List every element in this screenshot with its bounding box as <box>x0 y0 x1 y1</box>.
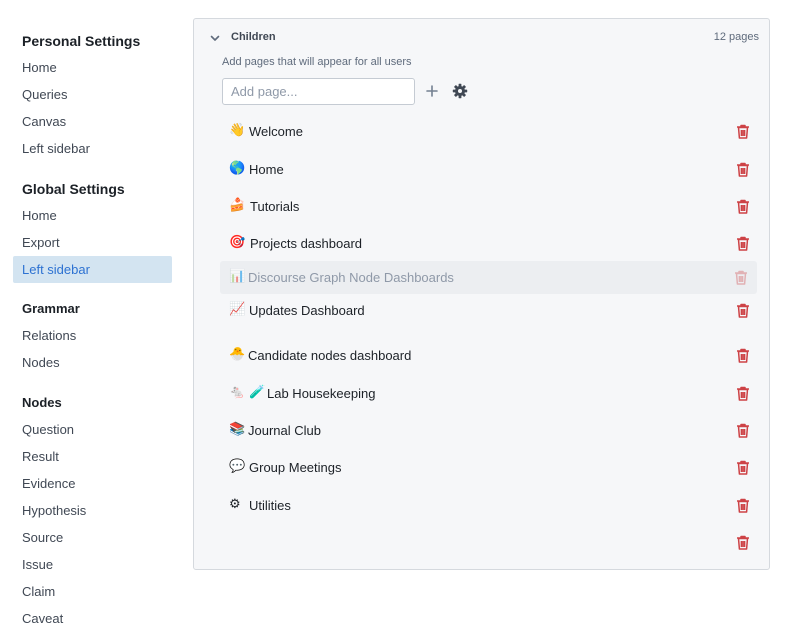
trash-icon[interactable] <box>736 303 750 318</box>
trash-icon[interactable] <box>736 199 750 214</box>
nav-grammar-nodes[interactable]: Nodes <box>13 349 172 376</box>
trash-icon[interactable] <box>736 124 750 139</box>
mouse-test-tube-icon: 🐁 🧪 <box>229 385 266 400</box>
page-row-discourse-graph-node-dashboards[interactable]: 📊 Discourse Graph Node Dashboards <box>220 261 757 294</box>
panel-description: Add pages that will appear for all users <box>222 56 412 68</box>
page-label: Tutorials <box>250 199 300 214</box>
section-grammar: Grammar <box>22 301 80 316</box>
page-label: Updates Dashboard <box>249 303 365 318</box>
nav-global-left-sidebar[interactable]: Left sidebar <box>13 256 172 283</box>
section-global-settings: Global Settings <box>22 181 125 197</box>
trash-icon[interactable] <box>736 423 750 438</box>
page-row-home[interactable]: 🌎 Home <box>220 153 757 186</box>
page-row-projects-dashboard[interactable]: 🎯 Projects dashboard <box>220 227 757 260</box>
page-row-utilities[interactable]: ⚙ Utilities <box>220 489 757 522</box>
page-label: Projects dashboard <box>250 236 363 251</box>
panel-title: Children <box>231 31 276 43</box>
chart-increasing-icon: 📈 <box>229 302 246 317</box>
page-label: Group Meetings <box>249 460 342 475</box>
page-row-updates-dashboard[interactable]: 📈 Updates Dashboard <box>220 294 757 327</box>
nav-global-export[interactable]: Export <box>13 229 172 256</box>
page-row-journal-club[interactable]: 📚 Journal Club <box>220 414 757 447</box>
gear-emoji-icon: ⚙ <box>229 497 241 512</box>
nav-personal-canvas[interactable]: Canvas <box>13 108 172 135</box>
add-page-input[interactable] <box>222 78 415 105</box>
nav-node-caveat[interactable]: Caveat <box>13 605 172 632</box>
page-label: Home <box>249 162 284 177</box>
nav-node-hypothesis[interactable]: Hypothesis <box>13 497 172 524</box>
page-row-tutorials[interactable]: 🍰 Tutorials <box>220 190 757 223</box>
trash-icon[interactable] <box>736 236 750 251</box>
children-panel: Children 12 pages Add pages that will ap… <box>193 18 770 570</box>
trash-icon[interactable] <box>736 386 750 401</box>
settings-sidebar: Personal Settings Home Queries Canvas Le… <box>0 0 180 632</box>
globe-icon: 🌎 <box>229 161 246 176</box>
nav-personal-left-sidebar[interactable]: Left sidebar <box>13 135 172 162</box>
page-label: Utilities <box>249 498 291 513</box>
nav-node-claim[interactable]: Claim <box>13 578 172 605</box>
page-label: Lab Housekeeping <box>267 386 376 401</box>
bar-chart-icon: 📊 <box>229 269 246 284</box>
chevron-down-icon[interactable] <box>209 32 221 44</box>
trash-icon[interactable] <box>736 348 750 363</box>
page-row-group-meetings[interactable]: 💬 Group Meetings <box>220 451 757 484</box>
nav-global-home[interactable]: Home <box>13 202 172 229</box>
page-label: Journal Club <box>248 423 321 438</box>
nav-node-evidence[interactable]: Evidence <box>13 470 172 497</box>
nav-node-result[interactable]: Result <box>13 443 172 470</box>
nav-personal-queries[interactable]: Queries <box>13 81 172 108</box>
hatching-chick-icon: 🐣 <box>229 347 246 362</box>
trash-icon[interactable] <box>736 498 750 513</box>
waving-hand-icon: 👋 <box>229 123 246 138</box>
books-icon: 📚 <box>229 422 246 437</box>
speech-bubble-icon: 💬 <box>229 459 246 474</box>
page-label: Welcome <box>249 124 303 139</box>
page-label: Candidate nodes dashboard <box>248 348 412 363</box>
trash-icon[interactable] <box>734 270 748 285</box>
trash-icon[interactable] <box>736 535 750 550</box>
page-row-candidate-nodes-dashboard[interactable]: 🐣 Candidate nodes dashboard <box>220 339 757 372</box>
section-personal-settings: Personal Settings <box>22 33 141 49</box>
trash-icon[interactable] <box>736 460 750 475</box>
nav-node-issue[interactable]: Issue <box>13 551 172 578</box>
page-label: Discourse Graph Node Dashboards <box>248 270 454 285</box>
nav-node-question[interactable]: Question <box>13 416 172 443</box>
nav-node-source[interactable]: Source <box>13 524 172 551</box>
page-count: 12 pages <box>713 31 759 43</box>
cake-icon: 🍰 <box>229 198 246 213</box>
nav-grammar-relations[interactable]: Relations <box>13 322 172 349</box>
trash-icon[interactable] <box>736 162 750 177</box>
nav-personal-home[interactable]: Home <box>13 54 172 81</box>
section-nodes: Nodes <box>22 395 62 410</box>
plus-icon[interactable] <box>424 83 440 99</box>
target-icon: 🎯 <box>229 235 246 250</box>
page-row-lab-housekeeping[interactable]: 🐁 🧪 Lab Housekeeping <box>220 377 757 410</box>
gear-icon[interactable] <box>452 83 468 99</box>
page-row-welcome[interactable]: 👋 Welcome <box>220 115 757 148</box>
